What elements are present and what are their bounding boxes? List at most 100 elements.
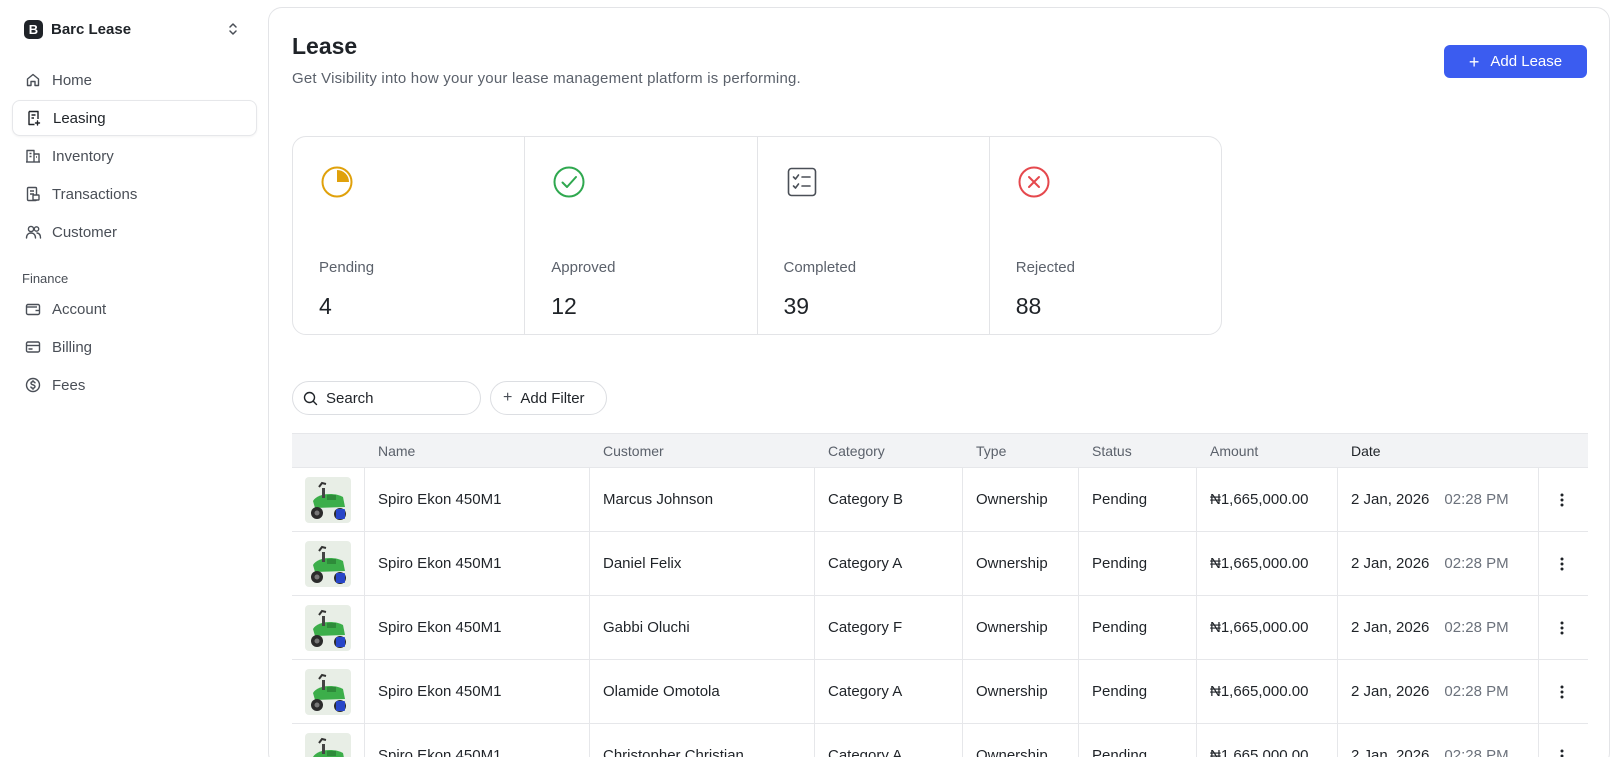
sidebar: B Barc Lease Home Leasing Inventory Tran… — [0, 0, 268, 757]
page-title: Lease — [292, 33, 358, 59]
cell-actions — [1539, 532, 1585, 595]
search-icon — [303, 391, 318, 405]
stat-card-pending: Pending 4 — [293, 137, 526, 334]
cell-actions — [1539, 596, 1585, 659]
cell-name: Spiro Ekon 450M1 — [365, 468, 590, 531]
table-row[interactable]: Spiro Ekon 450M1 Marcus Johnson Category… — [292, 468, 1588, 532]
stat-label: Approved — [551, 259, 616, 276]
stat-label: Completed — [783, 259, 857, 276]
cell-category: Category A — [815, 724, 963, 757]
stats-cards: Pending 4 Approved 12 Completed 39 Rejec… — [292, 136, 1222, 335]
table-row[interactable]: Spiro Ekon 450M1 Christopher Christian C… — [292, 724, 1588, 757]
cell-image — [292, 596, 365, 659]
cell-type: Ownership — [963, 660, 1079, 723]
scooter-thumbnail — [305, 668, 351, 715]
column-header-date[interactable]: Date — [1338, 434, 1539, 467]
cell-image — [292, 532, 365, 595]
time-text: 02:28 PM — [1444, 619, 1509, 636]
card-icon — [24, 338, 42, 356]
sidebar-item-transactions[interactable]: Transactions — [12, 176, 257, 212]
sidebar-item-label: Fees — [52, 376, 86, 394]
pie-chart-icon — [321, 166, 353, 198]
cell-date: 2 Jan, 2026 02:28 PM — [1338, 468, 1539, 531]
transactions-icon — [24, 185, 42, 203]
sidebar-item-label: Inventory — [52, 147, 114, 165]
sidebar-item-account[interactable]: Account — [12, 291, 257, 327]
table-row[interactable]: Spiro Ekon 450M1 Olamide Omotola Categor… — [292, 660, 1588, 724]
column-header-image — [292, 434, 365, 467]
sidebar-item-label: Leasing — [53, 109, 106, 127]
more-options-icon[interactable] — [1552, 554, 1572, 574]
sidebar-item-inventory[interactable]: Inventory — [12, 138, 257, 174]
search-input[interactable] — [326, 389, 476, 407]
cell-status: Pending — [1079, 468, 1197, 531]
column-header-type[interactable]: Type — [963, 434, 1079, 467]
add-lease-button[interactable]: + Add Lease — [1444, 45, 1587, 78]
cell-customer: Marcus Johnson — [590, 468, 815, 531]
leasing-icon — [25, 109, 43, 127]
more-options-icon[interactable] — [1552, 490, 1572, 510]
lease-table: Name Customer Category Type Status Amoun… — [292, 433, 1588, 757]
time-text: 02:28 PM — [1444, 683, 1509, 700]
plus-icon: + — [1468, 51, 1480, 72]
cell-amount: ₦1,665,000.00 — [1197, 468, 1338, 531]
cell-date: 2 Jan, 2026 02:28 PM — [1338, 660, 1539, 723]
cell-amount: ₦1,665,000.00 — [1197, 660, 1338, 723]
sidebar-item-label: Billing — [52, 338, 93, 356]
more-options-icon[interactable] — [1552, 618, 1572, 638]
date-text: 2 Jan, 2026 — [1351, 491, 1430, 508]
sidebar-item-label: Home — [52, 71, 93, 89]
cell-name: Spiro Ekon 450M1 — [365, 724, 590, 757]
column-header-amount[interactable]: Amount — [1197, 434, 1338, 467]
sidebar-item-label: Account — [52, 300, 107, 318]
cell-name: Spiro Ekon 450M1 — [365, 596, 590, 659]
sidebar-item-fees[interactable]: Fees — [12, 367, 257, 403]
sidebar-item-label: Transactions — [52, 185, 138, 203]
stat-value: 88 — [1015, 293, 1042, 319]
org-name: Barc Lease — [51, 20, 132, 38]
table-row[interactable]: Spiro Ekon 450M1 Gabbi Oluchi Category F… — [292, 596, 1588, 660]
sidebar-item-billing[interactable]: Billing — [12, 329, 257, 365]
date-text: 2 Jan, 2026 — [1351, 747, 1430, 757]
cell-customer: Olamide Omotola — [590, 660, 815, 723]
column-header-customer[interactable]: Customer — [590, 434, 815, 467]
cell-status: Pending — [1079, 660, 1197, 723]
stat-card-completed: Completed 39 — [758, 137, 990, 334]
stat-value: 4 — [319, 293, 332, 319]
column-header-actions — [1539, 434, 1585, 467]
sidebar-item-leasing[interactable]: Leasing — [12, 100, 257, 136]
cell-amount: ₦1,665,000.00 — [1197, 724, 1338, 757]
sidebar-item-home[interactable]: Home — [12, 62, 257, 98]
column-header-status[interactable]: Status — [1079, 434, 1197, 467]
cell-type: Ownership — [963, 724, 1079, 757]
stat-card-approved: Approved 12 — [525, 137, 758, 334]
org-logo: B — [24, 19, 43, 39]
sidebar-item-customer[interactable]: Customer — [12, 214, 257, 250]
more-options-icon[interactable] — [1552, 682, 1572, 702]
more-options-icon[interactable] — [1552, 746, 1572, 757]
cell-image — [292, 660, 365, 723]
cell-type: Ownership — [963, 468, 1079, 531]
cell-image — [292, 468, 365, 531]
org-switcher[interactable]: B Barc Lease — [24, 18, 248, 40]
cell-name: Spiro Ekon 450M1 — [365, 660, 590, 723]
chevron-up-down-icon[interactable] — [226, 21, 240, 37]
page-subtitle: Get Visibility into how your your lease … — [292, 70, 801, 87]
home-icon — [24, 71, 42, 89]
main-panel: Lease Get Visibility into how your your … — [268, 7, 1610, 757]
inventory-icon — [24, 147, 42, 165]
time-text: 02:28 PM — [1444, 555, 1509, 572]
cell-type: Ownership — [963, 596, 1079, 659]
table-row[interactable]: Spiro Ekon 450M1 Daniel Felix Category A… — [292, 532, 1588, 596]
cell-image — [292, 724, 365, 757]
add-filter-button[interactable]: + Add Filter — [490, 381, 607, 415]
search-box[interactable] — [292, 381, 481, 415]
stat-value: 12 — [551, 293, 577, 319]
column-header-name[interactable]: Name — [365, 434, 590, 467]
stat-card-rejected: Rejected 88 — [990, 137, 1221, 334]
cell-status: Pending — [1079, 724, 1197, 757]
sidebar-item-label: Customer — [52, 223, 118, 241]
cell-date: 2 Jan, 2026 02:28 PM — [1338, 596, 1539, 659]
column-header-category[interactable]: Category — [815, 434, 963, 467]
cell-type: Ownership — [963, 532, 1079, 595]
